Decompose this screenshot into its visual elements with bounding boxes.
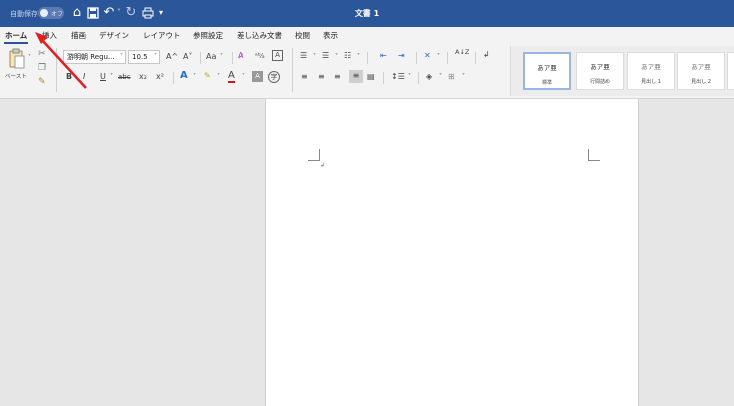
paste-dropdown-icon[interactable]: ˅ [28,52,31,64]
phonetic-guide-icon[interactable]: ᵃᵇ⁄ₐ [255,50,265,62]
crop-mark-top-left [308,149,320,161]
highlight-icon[interactable]: ✎ [204,70,211,82]
divider [367,52,368,64]
ribbon-home: ˅ ペースト ✂ ❐ ✎ 游明朝 Regu... ˅ 10.5 ˅ A^ A˅ … [0,44,734,99]
chevron-down-icon[interactable]: ˅ [357,51,360,63]
tab-mailings[interactable]: 差し込み文書 [237,30,282,41]
document-title: 文書 1 [354,9,380,18]
style-heading-1[interactable]: あア亜 見出し 1 [627,52,675,90]
decrease-indent-icon[interactable]: ⇤ [380,50,387,62]
title-bar: 自動保存 オフ ⌂ ↶ ˅ ↻ ▾ 文書 1 [0,0,734,27]
divider [292,48,293,92]
style-sample: あア亜 [590,63,610,71]
styles-gallery: あア亜 標準 あア亜 行間詰め あア亜 見出し 1 あア亜 見出し 2 [510,46,734,96]
tab-references[interactable]: 参照設定 [193,30,223,41]
document-page[interactable]: ↲ [265,99,639,406]
justify-icon[interactable]: ≡ [349,70,363,83]
font-size-value: 10.5 [132,53,148,61]
font-size-box[interactable]: 10.5 ˅ [128,50,160,64]
cut-icon[interactable]: ✂ [38,48,46,60]
chevron-down-icon[interactable]: ˅ [437,51,440,63]
chevron-down-icon[interactable]: ˅ [220,51,223,63]
align-center-icon[interactable]: ≡ [318,71,325,83]
divider [200,52,201,64]
style-name: 見出し 1 [641,79,661,85]
divider [56,48,57,92]
style-no-spacing[interactable]: あア亜 行間詰め [576,52,624,90]
font-name-value: 游明朝 Regu... [67,53,115,61]
line-spacing-icon[interactable]: ↕☰ [391,71,405,83]
tab-home[interactable]: ホーム [5,30,27,41]
tab-insert[interactable]: 挿入 [42,30,57,41]
chevron-down-icon[interactable]: ˅ [313,51,316,63]
subscript-button[interactable]: x₂ [139,71,147,83]
chevron-down-icon: ˅ [120,53,123,60]
sort-icon[interactable]: A↓Z [455,49,469,56]
style-more[interactable] [727,52,734,90]
style-name: 行間詰め [589,79,610,85]
tab-draw[interactable]: 描画 [71,30,86,41]
underline-button[interactable]: U [100,71,106,83]
chevron-down-icon[interactable]: ˅ [462,71,465,83]
chevron-down-icon[interactable]: ˅ [439,71,442,83]
shrink-font-button[interactable]: A˅ [183,51,192,63]
divider [475,52,476,64]
text-effects-icon[interactable]: A [180,70,188,82]
italic-button[interactable]: I [83,71,85,83]
style-sample: あア亜 [537,64,557,72]
bold-button[interactable]: B [66,71,72,83]
character-border-icon[interactable]: A [272,50,283,61]
font-color-icon[interactable]: A [228,70,235,83]
strikethrough-button[interactable]: abc [118,71,131,83]
divider [418,72,419,84]
multilevel-list-icon[interactable]: ☷ [344,50,351,62]
change-case-button[interactable]: Aa [206,51,216,63]
ribbon-tabs: ホーム 挿入 描画 デザイン レイアウト 参照設定 差し込み文書 校閲 表示 [0,27,734,44]
distributed-icon[interactable]: ▤ [367,71,375,83]
chevron-down-icon: ˅ [154,53,157,60]
divider [416,52,417,64]
divider [173,72,174,84]
clear-formatting-icon[interactable]: A̷ [238,50,243,62]
show-marks-icon[interactable]: ↲ [483,49,490,61]
format-painter-icon[interactable]: ✎ [38,76,46,88]
copy-icon[interactable]: ❐ [38,62,46,74]
grow-font-button[interactable]: A^ [166,51,178,63]
paste-icon[interactable] [8,48,26,69]
bullets-icon[interactable]: ☰ [300,50,307,62]
enclose-characters-icon[interactable]: 字 [268,71,280,83]
style-heading-2[interactable]: あア亜 見出し 2 [677,52,725,90]
superscript-button[interactable]: x² [156,71,164,83]
chevron-down-icon[interactable]: ˅ [408,71,411,83]
chevron-down-icon[interactable]: ˅ [217,71,220,83]
divider [383,72,384,84]
chevron-down-icon[interactable]: ˅ [110,71,113,83]
chevron-down-icon[interactable]: ˅ [335,51,338,63]
style-name: 標準 [541,80,552,86]
style-normal[interactable]: あア亜 標準 [523,52,571,90]
tab-design[interactable]: デザイン [99,30,129,41]
asian-layout-icon[interactable]: ✕ [424,50,431,62]
crop-mark-top-right [588,149,600,161]
tab-layout[interactable]: レイアウト [143,30,181,41]
paste-label: ペースト [5,74,27,80]
align-right-icon[interactable]: ≡ [334,71,341,83]
increase-indent-icon[interactable]: ⇥ [398,50,405,62]
text-cursor: ↲ [320,162,326,169]
divider [232,52,233,64]
borders-icon[interactable]: ⊞ [448,71,455,83]
chevron-down-icon[interactable]: ˅ [193,71,196,83]
numbering-icon[interactable]: ☰ [322,50,329,62]
divider [447,52,448,64]
style-name: 見出し 2 [691,79,711,85]
tab-review[interactable]: 校閲 [295,30,310,41]
chevron-down-icon[interactable]: ˅ [242,71,245,83]
tab-view[interactable]: 表示 [323,30,338,41]
character-shading-icon[interactable]: A [252,71,263,82]
align-left-icon[interactable]: ≡ [301,71,308,83]
style-sample: あア亜 [641,63,661,71]
style-sample: あア亜 [691,63,711,71]
shading-icon[interactable]: ◈ [426,71,432,83]
font-name-box[interactable]: 游明朝 Regu... ˅ [63,50,126,64]
